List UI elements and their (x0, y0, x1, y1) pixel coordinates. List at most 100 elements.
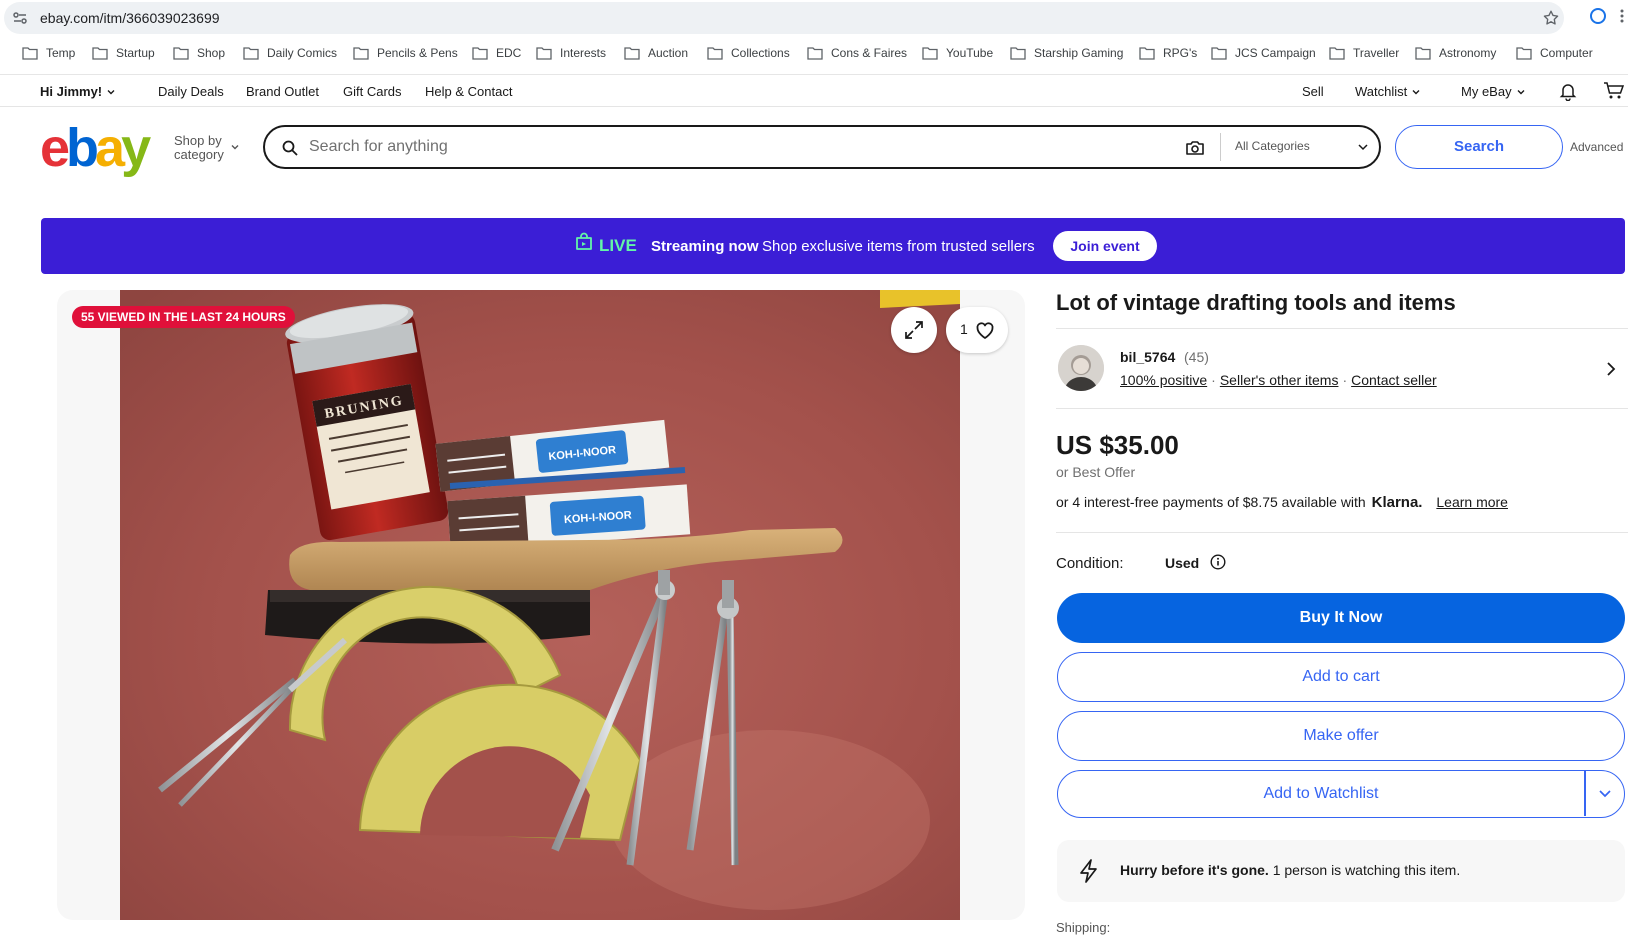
seller-name[interactable]: bil_5764 (1120, 349, 1175, 365)
bookmark-folder[interactable]: Astronomy (1415, 46, 1496, 60)
bookmark-folder[interactable]: JCS Campaign (1211, 46, 1316, 60)
bookmark-star-icon[interactable] (1542, 9, 1560, 27)
bookmark-folder[interactable]: Cons & Faires (807, 46, 907, 60)
chevron-right-icon[interactable] (1604, 361, 1618, 377)
live-event-banner[interactable]: LIVE Streaming now Shop exclusive items … (41, 218, 1625, 274)
learn-more-link[interactable]: Learn more (1436, 494, 1508, 510)
more-menu-icon[interactable] (1620, 8, 1624, 24)
extension-icon[interactable] (1590, 8, 1606, 24)
logo-letter: e (40, 118, 70, 178)
chevron-down-icon (1358, 144, 1368, 151)
camera-icon[interactable] (1185, 139, 1205, 157)
brand-outlet-link[interactable]: Brand Outlet (246, 84, 319, 99)
folder-icon (1415, 47, 1431, 60)
folder-icon (707, 47, 723, 60)
join-event-button[interactable]: Join event (1053, 231, 1157, 261)
watchlist-split-button: Add to Watchlist (1057, 770, 1625, 818)
omnibox[interactable]: ebay.com/itm/366039023699 (4, 2, 1564, 34)
search-button[interactable]: Search (1395, 125, 1563, 169)
bookmark-folder[interactable]: EDC (472, 46, 521, 60)
folder-icon (472, 47, 488, 60)
bookmark-folder[interactable]: Starship Gaming (1010, 46, 1123, 60)
daily-deals-link[interactable]: Daily Deals (158, 84, 224, 99)
klarna-logo: Klarna. (1371, 494, 1423, 511)
logo-letter: y (121, 118, 151, 178)
logo-letter: a (95, 118, 125, 178)
bookmark-folder[interactable]: Daily Comics (243, 46, 337, 60)
watch-heart-button[interactable]: 1 (946, 307, 1008, 353)
ebay-top-nav: Hi Jimmy! Daily Deals Brand Outlet Gift … (0, 76, 1628, 106)
ebay-logo[interactable]: ebay (40, 117, 151, 179)
chevron-down-icon[interactable] (1598, 786, 1612, 800)
item-price: US $35.00 (1056, 430, 1179, 460)
installment-info: or 4 interest-free payments of $8.75 ava… (1056, 494, 1508, 511)
advanced-search-link[interactable]: Advanced (1570, 140, 1623, 154)
shipping-label: Shipping: (1056, 920, 1111, 935)
bookmark-folder[interactable]: Interests (536, 46, 606, 60)
item-photo[interactable]: BRUNING KOH-I-NOOR KOH-I-NOOR (120, 290, 960, 920)
bookmark-folder[interactable]: Traveller (1329, 46, 1399, 60)
bookmark-folder[interactable]: Auction (624, 46, 688, 60)
bookmark-folder[interactable]: Pencils & Pens (353, 46, 458, 60)
condition-label: Condition: (1056, 555, 1124, 572)
bookmark-folder[interactable]: Temp (22, 46, 75, 60)
seller-feedback-score: (45) (1184, 349, 1209, 365)
sell-link[interactable]: Sell (1302, 84, 1324, 99)
site-settings-icon[interactable] (12, 10, 28, 26)
expand-icon (905, 321, 923, 339)
contact-seller-link[interactable]: Contact seller (1351, 372, 1437, 388)
folder-icon (624, 47, 640, 60)
lightning-icon (1080, 859, 1097, 883)
url-text[interactable]: ebay.com/itm/366039023699 (40, 10, 220, 26)
seller-avatar[interactable] (1058, 345, 1104, 391)
help-contact-link[interactable]: Help & Contact (425, 84, 512, 99)
notification-bell-icon[interactable] (1558, 81, 1578, 101)
divider (0, 106, 1628, 107)
category-select[interactable]: All Categories (1235, 139, 1310, 153)
bookmark-folder[interactable]: Collections (707, 46, 790, 60)
folder-icon (92, 47, 108, 60)
item-title: Lot of vintage drafting tools and items (1056, 290, 1456, 315)
chevron-down-icon (107, 89, 115, 94)
separator-dot: · (1342, 372, 1348, 388)
bookmark-folder[interactable]: Computer (1516, 46, 1593, 60)
gift-cards-link[interactable]: Gift Cards (343, 84, 402, 99)
chevron-down-icon[interactable] (230, 142, 240, 152)
add-to-cart-button[interactable]: Add to cart (1057, 652, 1625, 702)
divider (1056, 408, 1628, 409)
folder-icon (173, 47, 189, 60)
browser-address-bar: ebay.com/itm/366039023699 (0, 0, 1628, 36)
avatar-image (1058, 345, 1104, 391)
divider (0, 74, 1628, 75)
folder-icon (536, 47, 552, 60)
watchlist-menu[interactable]: Watchlist (1355, 84, 1421, 99)
folder-icon (922, 47, 938, 60)
search-bar: All Categories (263, 125, 1381, 169)
live-label: LIVE (599, 236, 637, 255)
bookmark-folder[interactable]: Startup (92, 46, 155, 60)
divider (1220, 133, 1221, 161)
divider (1584, 771, 1586, 816)
make-offer-button[interactable]: Make offer (1057, 711, 1625, 761)
greeting-menu[interactable]: Hi Jimmy! (40, 84, 116, 99)
seller-links: 100% positive · Seller's other items · Conta… (1120, 372, 1437, 388)
bookmark-folder[interactable]: YouTube (922, 46, 993, 60)
best-offer-text: or Best Offer (1056, 464, 1136, 480)
expand-image-button[interactable] (891, 307, 937, 353)
folder-icon (1211, 47, 1227, 60)
bookmark-folder[interactable]: RPG's (1139, 46, 1197, 60)
bookmark-folder[interactable]: Shop (173, 46, 225, 60)
urgency-text: Hurry before it's gone. 1 person is watc… (1120, 862, 1461, 878)
info-icon[interactable] (1210, 554, 1226, 570)
cart-icon[interactable] (1603, 81, 1625, 101)
heart-icon (976, 322, 994, 339)
shop-by-category[interactable]: Shop by category (174, 134, 224, 162)
search-input[interactable] (309, 135, 1169, 159)
divider (1056, 532, 1628, 533)
seller-other-items-link[interactable]: Seller's other items (1220, 372, 1339, 388)
positive-feedback-link[interactable]: 100% positive (1120, 372, 1207, 388)
buy-it-now-button[interactable]: Buy It Now (1057, 593, 1625, 643)
bookmarks-bar: Temp Startup Shop Daily Comics Pencils &… (0, 40, 1628, 70)
add-to-watchlist-button[interactable]: Add to Watchlist (1058, 771, 1584, 816)
my-ebay-menu[interactable]: My eBay (1461, 84, 1526, 99)
